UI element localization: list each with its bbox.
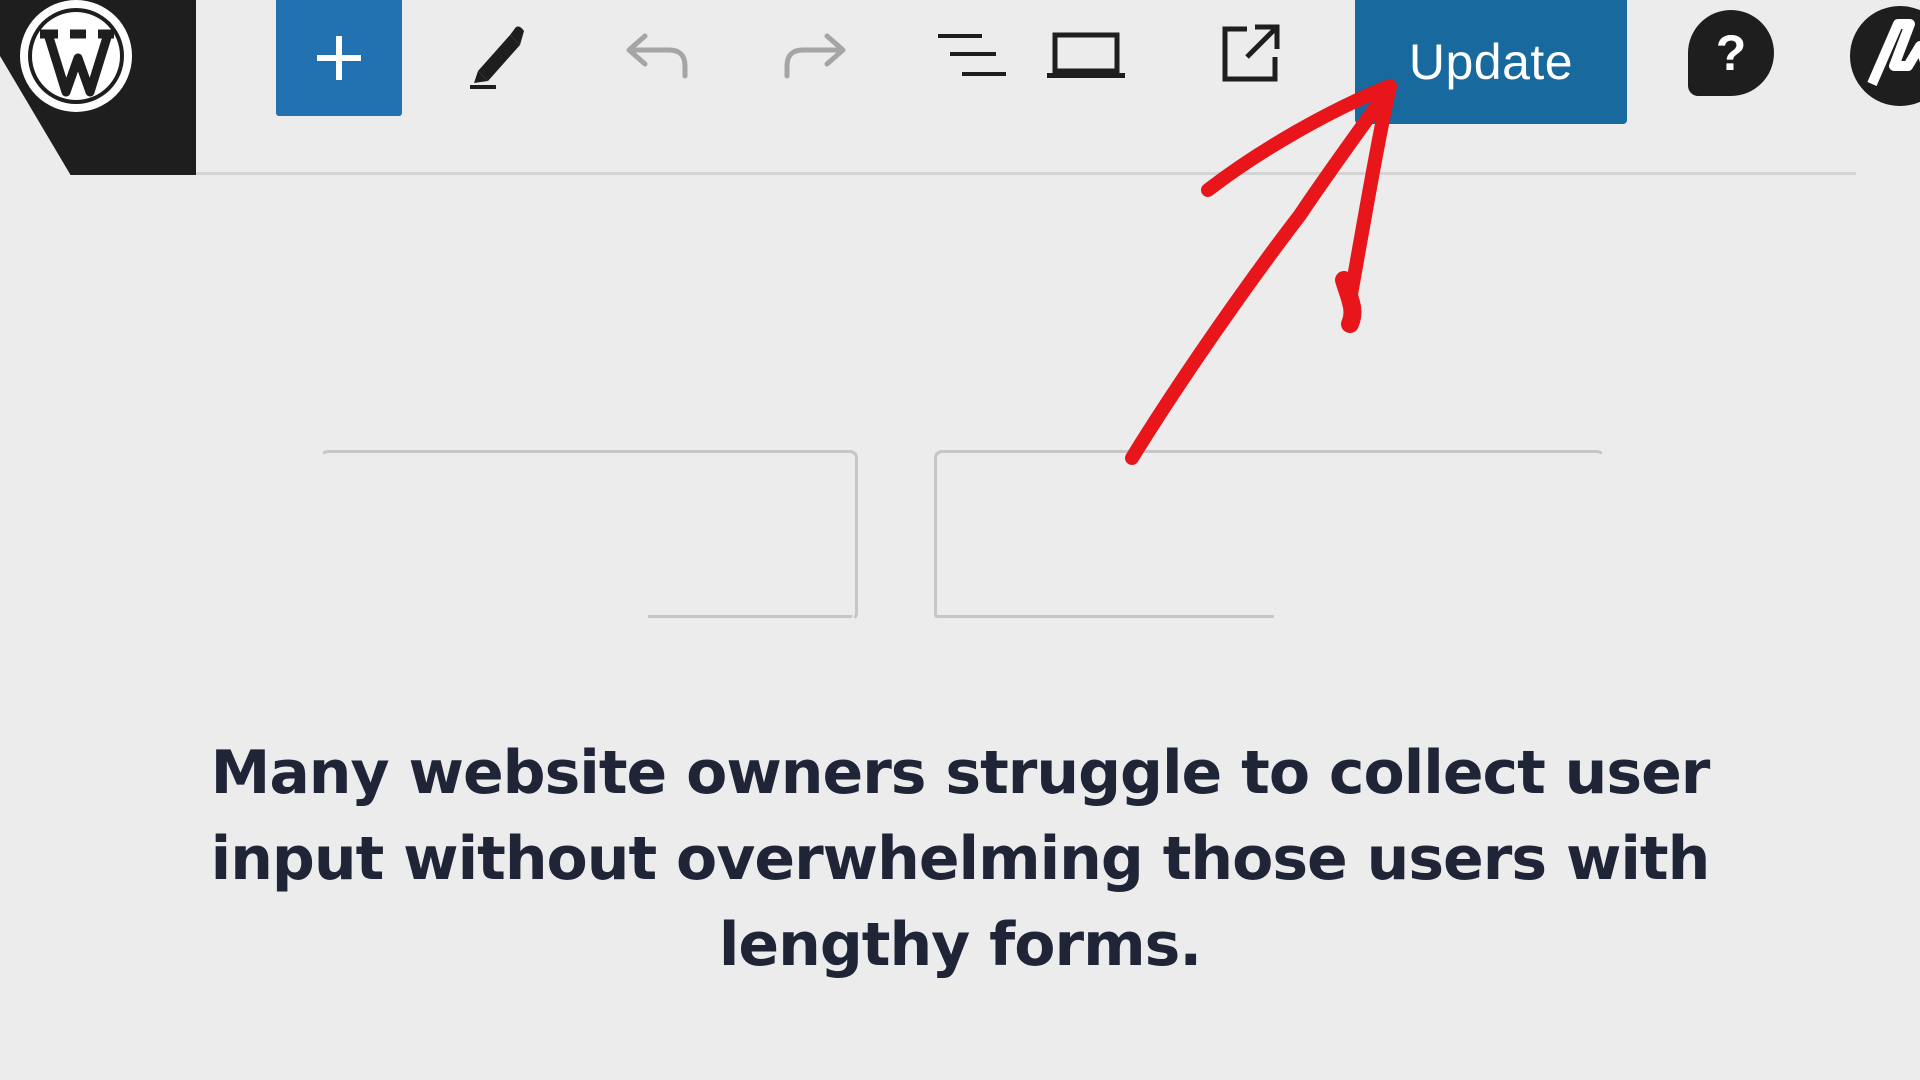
redo-icon [784, 33, 846, 79]
plus-icon [317, 36, 361, 80]
update-button[interactable]: Update [1355, 0, 1627, 124]
help-label: ? [1715, 25, 1747, 81]
undo-icon [626, 33, 688, 79]
pencil-icon [470, 26, 524, 89]
form-field-placeholder-right-edge [934, 615, 1274, 618]
form-field-placeholder-left-edge [648, 615, 852, 618]
list-view-icon [938, 34, 1006, 76]
tools-button[interactable] [460, 18, 532, 90]
editor-stage: Update ? Many website owners struggle to… [0, 0, 1920, 1080]
toolbar-divider [196, 172, 1856, 175]
help-button[interactable]: ? [1688, 10, 1774, 96]
view-post-button[interactable] [1214, 18, 1286, 90]
redo-button[interactable] [778, 22, 854, 88]
undo-button[interactable] [618, 22, 694, 88]
laptop-icon [1047, 32, 1125, 78]
form-field-placeholder-left [320, 450, 858, 621]
preview-button[interactable] [1044, 22, 1128, 88]
wordpress-logo-button[interactable] [0, 0, 196, 175]
form-field-placeholder-right [934, 450, 1605, 621]
caption-text: Many website owners struggle to collect … [210, 738, 1711, 980]
external-link-icon [1222, 24, 1280, 82]
block-inserter-button[interactable] [276, 0, 402, 116]
list-view-button[interactable] [932, 24, 1012, 88]
wordpress-logo-icon [20, 0, 132, 112]
astra-avatar-icon[interactable] [1850, 6, 1920, 106]
